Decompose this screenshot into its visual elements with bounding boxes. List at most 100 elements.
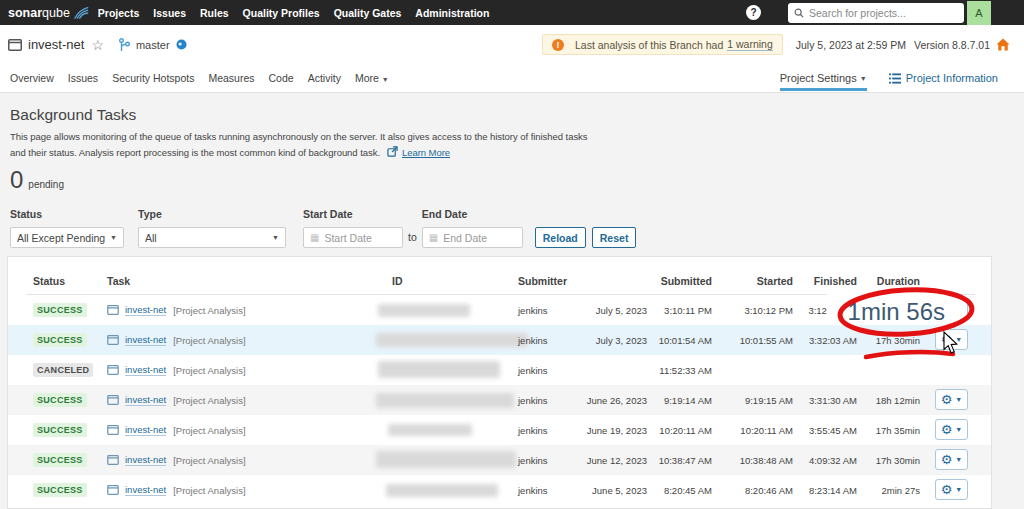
col-submitted: Submitted — [661, 275, 712, 287]
table-header: Status Task ID Submitter Submitted Start… — [8, 257, 991, 295]
finished-cell: 3:32:03 AM — [809, 335, 857, 346]
tab-overview[interactable]: Overview — [10, 72, 54, 84]
project-header: invest-net ☆ master ! Last analysis of t… — [0, 25, 1024, 64]
warning-banner: ! Last analysis of this Branch had 1 war… — [542, 34, 783, 55]
main-content: Background Tasks This page allows monito… — [0, 93, 1024, 509]
nav-projects[interactable]: Projects — [98, 7, 139, 19]
col-submitter: Submitter — [518, 275, 567, 287]
task-project-link[interactable]: invest-net — [125, 364, 166, 376]
submitter-cell: jenkins — [518, 305, 548, 316]
project-icon — [107, 365, 119, 375]
project-icon — [107, 455, 119, 465]
search-placeholder: Search for projects... — [809, 7, 906, 19]
submitted-cell: 8:20:45 AM — [664, 485, 712, 496]
submitted-cell: 3:10:11 PM — [664, 305, 712, 316]
task-type: [Project Analysis] — [173, 335, 245, 346]
date-range-to-label: to — [408, 231, 417, 243]
project-icon — [107, 485, 119, 495]
tab-issues[interactable]: Issues — [68, 72, 98, 84]
submitter-cell: jenkins — [518, 485, 548, 496]
tab-security-hotspots[interactable]: Security Hotspots — [112, 72, 194, 84]
tab-activity[interactable]: Activity — [308, 72, 341, 84]
sonarqube-logo[interactable]: sonarqube — [8, 6, 89, 20]
nav-administration[interactable]: Administration — [415, 7, 489, 19]
tab-more[interactable]: More▼ — [355, 72, 389, 84]
analysis-date: July 5, 2023 at 2:59 PM — [796, 39, 906, 51]
finished-cell: 4:09:32 AM — [809, 455, 857, 466]
project-title[interactable]: invest-net — [28, 37, 84, 52]
top-navbar: sonarqube Projects Issues Rules Quality … — [0, 0, 1024, 25]
status-badge: SUCCESS — [33, 333, 87, 347]
warning-link[interactable]: 1 warning — [727, 38, 773, 51]
branch-status-icon — [176, 39, 187, 50]
reload-button[interactable]: Reload — [535, 227, 586, 248]
task-actions-button[interactable]: ⚙▼ — [935, 449, 968, 470]
description-line2: and their status. Analysis report proces… — [10, 147, 380, 158]
date-cell: June 26, 2023 — [587, 395, 647, 406]
help-icon[interactable]: ? — [746, 5, 761, 20]
task-id-redacted — [376, 451, 516, 468]
status-badge: SUCCESS — [33, 393, 87, 407]
version-label: Version 8.8.7.01 — [914, 39, 990, 51]
end-date-input[interactable]: ▦ End Date — [422, 227, 523, 248]
nav-rules[interactable]: Rules — [200, 7, 229, 19]
avatar[interactable]: A — [967, 1, 991, 25]
chevron-down-icon: ▼ — [955, 426, 962, 433]
task-project-link[interactable]: invest-net — [125, 394, 166, 406]
status-badge: SUCCESS — [33, 483, 87, 497]
started-cell: 3:10:12 PM — [744, 305, 793, 316]
status-filter-select[interactable]: All Except Pending▼ — [10, 227, 124, 248]
project-icon — [107, 335, 119, 345]
col-status: Status — [33, 275, 65, 287]
home-icon[interactable] — [996, 38, 1010, 51]
status-badge: SUCCESS — [33, 303, 87, 317]
logo-text-light: qube — [42, 6, 70, 20]
nav-quality-gates[interactable]: Quality Gates — [334, 7, 402, 19]
task-type: [Project Analysis] — [173, 305, 245, 316]
tasks-table: Status Task ID Submitter Submitted Start… — [7, 256, 992, 509]
task-id-redacted — [376, 333, 528, 347]
tab-project-settings[interactable]: Project Settings▼ — [780, 64, 867, 93]
search-input[interactable]: Search for projects... — [788, 3, 964, 23]
task-project-link[interactable]: invest-net — [125, 454, 166, 466]
duration-cell: 2min 27s — [881, 485, 920, 496]
task-project-link[interactable]: invest-net — [125, 484, 166, 496]
reset-button[interactable]: Reset — [592, 227, 637, 248]
favorite-star-icon[interactable]: ☆ — [91, 38, 104, 52]
tab-code[interactable]: Code — [269, 72, 294, 84]
task-project-link[interactable]: invest-net — [125, 334, 166, 346]
type-filter-select[interactable]: All▼ — [138, 227, 286, 248]
logo-swoosh-icon — [73, 6, 89, 20]
task-actions-button[interactable]: ⚙▼ — [935, 479, 968, 500]
nav-quality-profiles[interactable]: Quality Profiles — [243, 7, 320, 19]
task-id-redacted — [378, 361, 500, 378]
nav-issues[interactable]: Issues — [153, 7, 186, 19]
external-link-icon — [387, 146, 398, 162]
start-date-input[interactable]: ▦ Start Date — [303, 227, 403, 248]
task-actions-button[interactable]: ⚙▼ — [935, 329, 968, 350]
chevron-down-icon: ▼ — [955, 336, 962, 343]
logo-text-bold: sonar — [8, 6, 42, 20]
project-information-button[interactable]: Project Information — [889, 72, 998, 84]
task-type: [Project Analysis] — [173, 365, 245, 376]
tab-measures[interactable]: Measures — [208, 72, 254, 84]
task-project-link[interactable]: invest-net — [125, 424, 166, 436]
table-row: SUCCESS invest-net [Project Analysis] je… — [8, 295, 991, 325]
pending-count: 0 — [10, 167, 23, 193]
branch-icon — [118, 38, 130, 52]
learn-more-link[interactable]: Learn More — [402, 147, 450, 158]
gear-icon: ⚙ — [941, 333, 953, 346]
task-actions-button[interactable]: ⚙▼ — [935, 419, 968, 440]
date-cell: June 12, 2023 — [587, 455, 647, 466]
page-title: Background Tasks — [10, 106, 1014, 124]
calendar-icon: ▦ — [310, 232, 319, 243]
table-row: CANCELED invest-net [Project Analysis] j… — [8, 355, 991, 385]
calendar-icon: ▦ — [429, 232, 438, 243]
table-row: SUCCESS invest-net [Project Analysis] je… — [8, 475, 991, 505]
started-cell: 8:20:46 AM — [745, 485, 793, 496]
task-project-link[interactable]: invest-net — [125, 304, 166, 316]
search-icon — [794, 8, 804, 18]
finished-cell: 3:55:45 AM — [809, 425, 857, 436]
project-icon — [107, 425, 119, 435]
task-actions-button[interactable]: ⚙▼ — [935, 389, 968, 410]
